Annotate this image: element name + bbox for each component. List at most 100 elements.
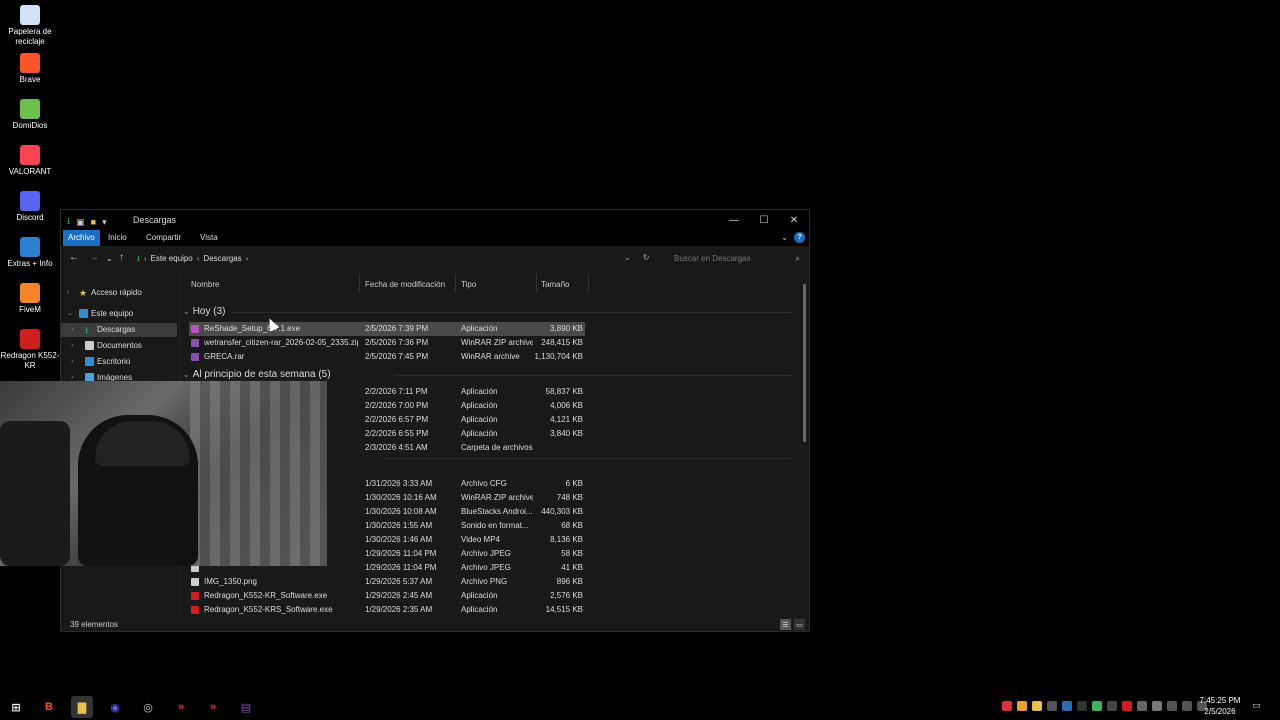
breadcrumb-root[interactable]: Este equipo (150, 251, 192, 267)
desktop-icon-item[interactable]: FiveM (0, 283, 60, 315)
file-row[interactable]: GRECA.rar 2/5/2026 7:45 PM WinRAR archive 1… (189, 350, 585, 364)
column-divider[interactable] (536, 274, 537, 292)
chevron-right-icon[interactable]: › (71, 323, 73, 337)
usb-icon[interactable] (1152, 701, 1162, 711)
bluestacks-red-icon[interactable]: » (202, 696, 224, 718)
search-input[interactable]: Buscar en Descargas ⌕ (666, 251, 806, 267)
tray-app-icon[interactable] (1137, 701, 1147, 711)
file-size: 68 KB (561, 521, 583, 530)
refresh-icon[interactable]: ↻ (643, 253, 650, 262)
desktop-icon-label: Papelera de reciclaje (8, 27, 52, 46)
tray-app-icon[interactable] (1107, 701, 1117, 711)
desktop-icon-item[interactable]: VALORANT (0, 145, 60, 177)
new-folder-icon[interactable]: ■ (91, 217, 96, 227)
up-button[interactable]: ↑ (119, 252, 124, 263)
network-icon[interactable] (1182, 701, 1192, 711)
group-header-this-week[interactable]: ⌄ Al principio de esta semana (5) (183, 368, 331, 382)
chevron-right-icon[interactable]: › (71, 355, 73, 369)
maximize-button[interactable]: ☐ (749, 210, 779, 230)
downloads-icon[interactable]: ⭳ (67, 214, 70, 230)
minimize-button[interactable]: — (719, 210, 749, 230)
nvidia-icon[interactable] (1092, 701, 1102, 711)
nav-this-pc[interactable]: ⌄ Este equipo (61, 307, 177, 321)
tray-app-icon[interactable] (1077, 701, 1087, 711)
file-size: 14,515 KB (545, 605, 583, 614)
nav-documents[interactable]: › Documentos (61, 339, 177, 353)
tray-app-icon[interactable] (1017, 701, 1027, 711)
taskbar-clock[interactable]: 7:45:25 PM 2/5/2026 (1196, 695, 1244, 717)
tab-compartir[interactable]: Compartir (141, 230, 186, 246)
nav-quick-access[interactable]: › ★ Acceso rápido (61, 286, 177, 300)
file-row[interactable]: wetransfer_citizen-rar_2026-02-05_2335.z… (189, 336, 585, 350)
file-date: 1/29/2026 11:04 PM (365, 549, 437, 558)
back-button[interactable]: ← (69, 252, 79, 263)
title-bar[interactable]: ⭳ ▣ ■ ▾ Descargas — ☐ ✕ (61, 210, 809, 230)
desktop-icon-label: VALORANT (8, 167, 52, 176)
nav-downloads[interactable]: › ⭳ Descargas (61, 323, 177, 337)
column-divider[interactable] (455, 274, 456, 292)
customize-toolbar-icon[interactable]: ▾ (102, 217, 107, 228)
notification-icon[interactable]: ▭ (1252, 700, 1264, 712)
file-size: 4,121 KB (550, 415, 583, 424)
steam-icon[interactable] (1062, 701, 1072, 711)
file-name: IMG_1350.png (204, 577, 257, 586)
close-button[interactable]: ✕ (779, 210, 809, 230)
bluestacks-red-icon[interactable]: » (170, 696, 192, 718)
tab-archivo[interactable]: Archivo (63, 230, 100, 246)
desktop-icon-item[interactable]: DomiDios (0, 99, 60, 131)
desktop-icon-item[interactable]: Extras + Info (0, 237, 60, 269)
file-row[interactable]: IMG_1350.png 1/29/2026 5:37 AM Archivo PNG… (189, 575, 585, 589)
downloads-folder-icon: ⭳ (137, 254, 140, 263)
large-icons-view-icon[interactable]: ▭ (794, 619, 805, 630)
chevron-right-icon[interactable]: › (67, 286, 69, 300)
obs-icon[interactable]: ◎ (137, 696, 159, 718)
column-header-date[interactable]: Fecha de modificación (365, 276, 445, 294)
redragon-icon[interactable] (1122, 701, 1132, 711)
tray-app-icon[interactable] (1032, 701, 1042, 711)
vertical-scrollbar[interactable] (803, 284, 806, 442)
column-header-type[interactable]: Tipo (461, 276, 476, 294)
address-bar[interactable]: ⭳ › Este equipo › Descargas › (137, 251, 248, 267)
file-date: 2/2/2026 7:11 PM (365, 387, 428, 396)
file-type: Video MP4 (461, 535, 500, 544)
column-divider[interactable] (588, 274, 589, 292)
tray-app-icon[interactable] (1002, 701, 1012, 711)
desktop-icon-item[interactable]: Redragon K552-KR (0, 329, 60, 371)
file-type: Carpeta de archivos (461, 443, 533, 452)
properties-icon[interactable]: ▣ (76, 217, 85, 228)
column-divider[interactable] (359, 274, 360, 292)
nav-desktop[interactable]: › Escritorio (61, 355, 177, 369)
column-header-size[interactable]: Tamaño (541, 276, 569, 294)
windows-start-icon[interactable]: ⊞ (5, 696, 27, 718)
microphone-icon[interactable] (1167, 701, 1177, 711)
breadcrumb-current[interactable]: Descargas (203, 251, 241, 267)
column-header-name[interactable]: Nombre (191, 276, 219, 294)
group-header-today[interactable]: ⌄ Hoy (3) (183, 305, 226, 319)
chevron-down-icon[interactable]: ⌄ (67, 307, 73, 321)
discord-icon[interactable]: ◉ (104, 696, 126, 718)
tab-inicio[interactable]: Inicio (103, 230, 132, 246)
chevron-right-icon[interactable]: › (71, 339, 73, 353)
desktop-icon-item[interactable]: Brave (0, 53, 60, 85)
tray-app-icon[interactable] (1047, 701, 1057, 711)
file-row[interactable]: ReShade_Setup_6.7.1.exe 2/5/2026 7:39 PM A… (189, 322, 585, 336)
file-row[interactable]: Redragon_K552-KRS_Software.exe 1/29/2026 … (189, 603, 585, 617)
chevron-right-icon: › (196, 254, 200, 263)
details-view-icon[interactable]: ☰ (780, 619, 791, 630)
address-dropdown-icon[interactable]: ⌄ (624, 253, 631, 262)
brave-icon[interactable]: B (38, 696, 60, 718)
desktop-icon-label: FiveM (19, 305, 41, 314)
file-date: 1/30/2026 10:16 AM (365, 493, 437, 502)
desktop-icon-item[interactable]: Discord (0, 191, 60, 223)
tab-vista[interactable]: Vista (195, 230, 223, 246)
help-icon[interactable]: ? (794, 232, 805, 243)
file-row[interactable]: Redragon_K552-KR_Software.exe 1/29/2026 2… (189, 589, 585, 603)
desktop-icon-item[interactable]: Papelera de reciclaje (0, 5, 60, 47)
recent-locations-icon[interactable]: ⌄ (106, 254, 113, 263)
forward-button[interactable]: → (89, 252, 99, 263)
file-icon (191, 592, 199, 600)
file-size: 58 KB (561, 549, 583, 558)
expand-ribbon-icon[interactable]: ⌄ (781, 233, 788, 242)
winrar-icon[interactable]: ▤ (235, 696, 257, 718)
file-explorer-icon[interactable]: ▇ (71, 696, 93, 718)
